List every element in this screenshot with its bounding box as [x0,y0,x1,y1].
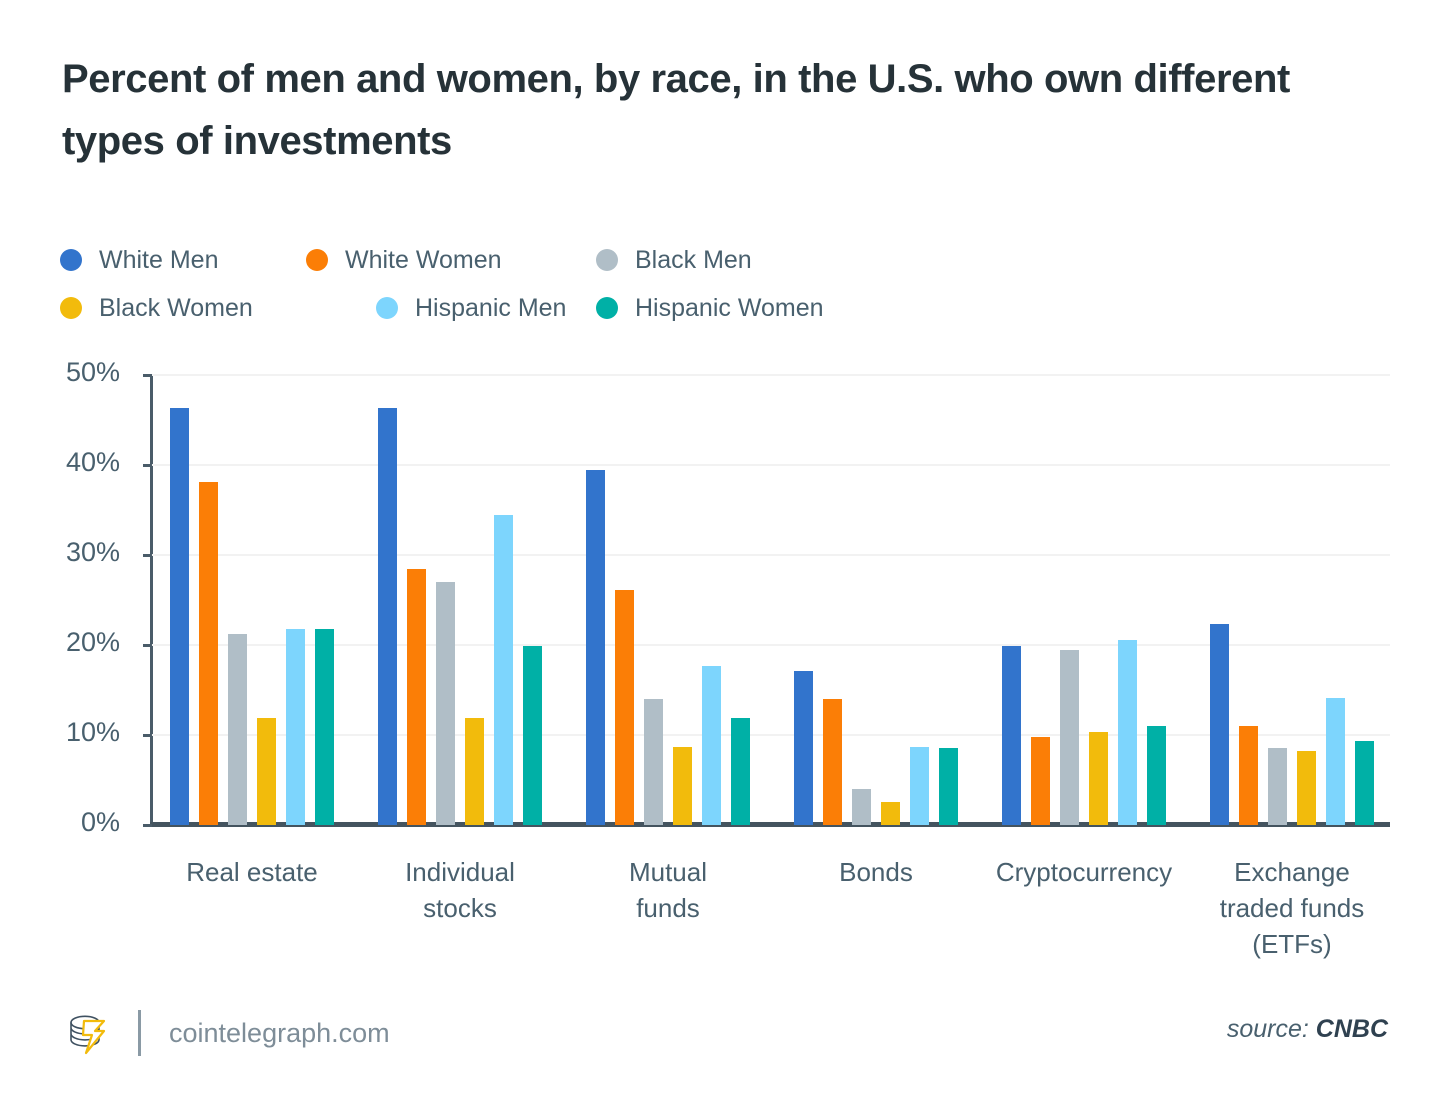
bar [170,408,189,825]
y-axis-tick [143,464,152,467]
bar [615,590,634,825]
bar [1355,741,1374,825]
y-axis-line [150,374,153,826]
y-axis-tick-label: 10% [65,717,120,747]
gridline [152,734,1390,736]
source-credit: source: CNBC [1227,1015,1388,1044]
bar [1239,726,1258,825]
bar [731,717,750,825]
y-axis-tick [143,734,152,737]
bar [910,746,929,825]
gridline [152,644,1390,646]
footer-site-label: cointelegraph.com [169,1017,390,1048]
bar [1031,736,1050,825]
bar-chart: 0% 10% 20% 30% 40% 50% Real estate Individual st… [0,0,1450,1117]
bar [1210,624,1229,825]
y-axis-tick-label: 0% [80,807,120,837]
x-axis-category-label-line: Exchange [1234,857,1350,887]
bar [794,671,813,825]
x-axis-category-label-line: (ETFs) [1252,928,1332,959]
x-axis-category-label-line: funds [636,892,700,923]
bar [199,482,218,825]
x-axis-category-label-line: traded funds [1219,892,1365,923]
source-name: CNBC [1315,1015,1388,1043]
bar [702,665,721,825]
bar [823,699,842,825]
bar [315,628,334,825]
source-prefix: source: [1226,1015,1309,1043]
footer-divider [138,1010,141,1056]
y-axis-tick-label: 30% [65,537,120,567]
bar [673,746,692,825]
y-axis-tick [143,644,152,647]
gridline [152,464,1390,466]
gridline [152,374,1390,376]
bar [1089,732,1108,825]
bar [852,789,871,825]
bar [644,699,663,825]
bar [407,568,426,825]
bar [1326,698,1345,825]
y-axis-tick [143,554,152,557]
gridline [152,554,1390,556]
bar [881,801,900,825]
bar [1297,751,1316,825]
footer-branding: cointelegraph.com [62,1005,390,1061]
bar [1118,639,1137,825]
bar [1147,726,1166,825]
x-axis-category-label: Exchange traded funds (ETFs) [1162,855,1422,963]
y-axis-tick-label: 20% [65,627,120,657]
y-axis-tick-label: 40% [65,447,120,477]
bar [257,717,276,825]
bar [465,717,484,825]
y-axis-tick [143,374,152,377]
bar [494,515,513,825]
bar [286,628,305,825]
bar [586,470,605,825]
x-axis-line [150,822,1390,827]
bar [1002,645,1021,825]
bar [378,408,397,825]
bar [228,634,247,825]
y-axis-tick [143,824,152,827]
cointelegraph-logo-icon [62,1005,118,1061]
bar [1060,649,1079,825]
bar [1268,747,1287,825]
bar [523,645,542,825]
bar [436,582,455,825]
bar [939,747,958,825]
y-axis-tick-label: 50% [65,357,120,387]
